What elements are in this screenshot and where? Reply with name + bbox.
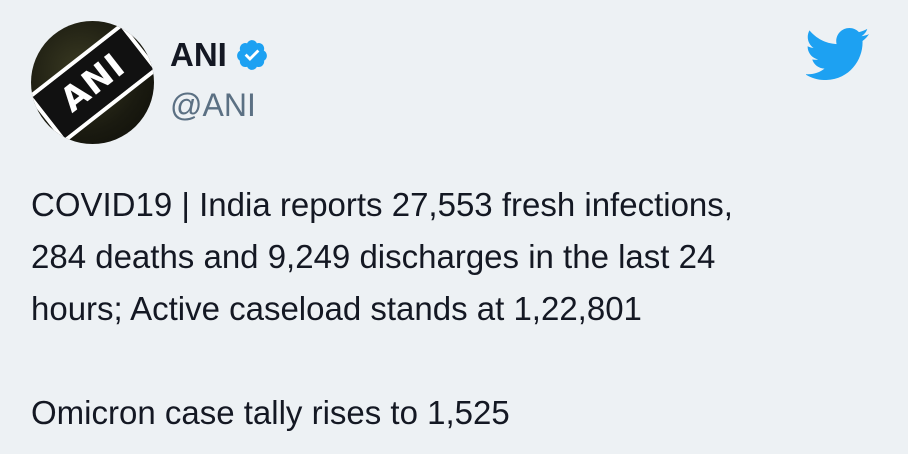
tweet-line: COVID19 | India reports 27,553 fresh inf… xyxy=(31,186,733,223)
user-info: ANI @ANI xyxy=(170,36,269,124)
tweet-text: COVID19 | India reports 27,553 fresh inf… xyxy=(31,179,871,439)
tweet-second-paragraph: Omicron case tally rises to 1,525 xyxy=(31,394,510,431)
display-name[interactable]: ANI xyxy=(170,36,227,74)
tweet-line: 284 deaths and 9,249 discharges in the l… xyxy=(31,238,716,275)
ani-logo: ANI xyxy=(31,21,154,144)
tweet-line: hours; Active caseload stands at 1,22,80… xyxy=(31,290,642,327)
verified-badge-icon xyxy=(235,38,269,72)
ani-logo-text: ANI xyxy=(32,27,153,138)
user-handle[interactable]: @ANI xyxy=(170,86,269,124)
name-row: ANI xyxy=(170,36,269,74)
avatar[interactable]: ANI xyxy=(31,21,154,144)
twitter-bird-icon[interactable] xyxy=(805,28,870,81)
